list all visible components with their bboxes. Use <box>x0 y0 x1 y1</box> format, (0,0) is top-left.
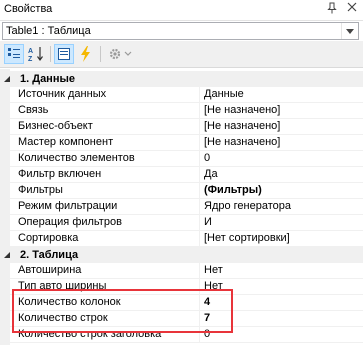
property-name: Фильтр включен <box>10 167 200 183</box>
svg-text:A: A <box>28 48 33 55</box>
property-value[interactable]: (Фильтры) <box>201 183 363 199</box>
property-name: Операция фильтров <box>10 215 200 231</box>
property-name: Источник данных <box>10 87 200 103</box>
category-label: 2. Таблица <box>20 249 79 261</box>
alphabetical-icon[interactable]: A Z <box>26 44 46 64</box>
property-value[interactable]: [Нет сортировки] <box>201 231 363 247</box>
property-value[interactable]: 0 <box>201 327 363 343</box>
property-grid-gutter <box>0 69 10 345</box>
property-row[interactable]: Мастер компонент [Не назначено] <box>10 135 363 151</box>
lightning-icon[interactable] <box>76 44 96 64</box>
close-icon[interactable] <box>345 2 359 16</box>
property-value[interactable]: Нет <box>201 263 363 279</box>
property-name: Бизнес-объект <box>10 119 200 135</box>
property-row[interactable]: Операция фильтров И <box>10 215 363 231</box>
property-name: Режим фильтрации <box>10 199 200 215</box>
property-value[interactable]: 0 <box>201 151 363 167</box>
property-row[interactable]: Фильтр включен Да <box>10 167 363 183</box>
property-row[interactable]: Связь [Не назначено] <box>10 103 363 119</box>
svg-text:Z: Z <box>28 56 33 62</box>
property-row[interactable]: Автоширина Нет <box>10 263 363 279</box>
property-grid: 1. Данные Источник данных Данные Связь [… <box>0 69 363 345</box>
chevron-down-icon[interactable] <box>341 23 358 39</box>
property-row[interactable]: Сортировка [Нет сортировки] <box>10 231 363 247</box>
property-value[interactable]: И <box>201 215 363 231</box>
property-value[interactable]: 4 <box>201 295 363 311</box>
property-value[interactable]: Да <box>201 167 363 183</box>
property-row[interactable]: Тип авто ширины Нет <box>10 279 363 295</box>
property-row[interactable]: Бизнес-объект [Не назначено] <box>10 119 363 135</box>
property-value[interactable]: [Не назначено] <box>201 103 363 119</box>
toolbar-separator <box>50 46 51 62</box>
property-row[interactable]: Источник данных Данные <box>10 87 363 103</box>
property-value[interactable]: [Не назначено] <box>201 135 363 151</box>
object-selector-value: Table1 : Таблица <box>6 25 91 37</box>
category-label: 1. Данные <box>20 73 75 85</box>
collapse-icon[interactable] <box>2 71 12 87</box>
categorized-icon[interactable] <box>4 44 24 64</box>
collapse-icon[interactable] <box>2 247 12 263</box>
property-name: Количество строк <box>10 311 200 327</box>
property-row[interactable]: Фильтры (Фильтры) <box>10 183 363 199</box>
property-value[interactable]: [Не назначено] <box>201 119 363 135</box>
category-data[interactable]: 1. Данные <box>0 71 363 87</box>
property-name: Тип авто ширины <box>10 279 200 295</box>
property-value[interactable]: 7 <box>201 311 363 327</box>
properties-toolbar: A Z <box>0 41 363 68</box>
property-row[interactable]: Количество колонок 4 <box>10 295 363 311</box>
property-name: Количество элементов <box>10 151 200 167</box>
property-name: Автоширина <box>10 263 200 279</box>
property-name: Количество строк заголовка <box>10 327 200 343</box>
property-name: Количество колонок <box>10 295 200 311</box>
property-row[interactable]: Режим фильтрации Ядро генератора <box>10 199 363 215</box>
property-name: Фильтры <box>10 183 200 199</box>
panel-title-bar: Свойства <box>0 0 363 21</box>
toolbar-separator <box>100 46 101 62</box>
gear-icon[interactable] <box>106 44 136 64</box>
property-value[interactable]: Данные <box>201 87 363 103</box>
object-selector-dropdown[interactable]: Table1 : Таблица <box>2 22 359 40</box>
pin-icon[interactable] <box>325 2 339 16</box>
panel-title: Свойства <box>4 3 53 15</box>
property-row[interactable]: Количество элементов 0 <box>10 151 363 167</box>
property-value[interactable]: Нет <box>201 279 363 295</box>
property-name: Мастер компонент <box>10 135 200 151</box>
property-row[interactable]: Количество строк заголовка 0 <box>10 327 363 343</box>
properties-icon[interactable] <box>54 44 74 64</box>
property-row[interactable]: Количество строк 7 <box>10 311 363 327</box>
property-name: Связь <box>10 103 200 119</box>
property-value[interactable]: Ядро генератора <box>201 199 363 215</box>
property-name: Сортировка <box>10 231 200 247</box>
category-table[interactable]: 2. Таблица <box>0 247 363 263</box>
